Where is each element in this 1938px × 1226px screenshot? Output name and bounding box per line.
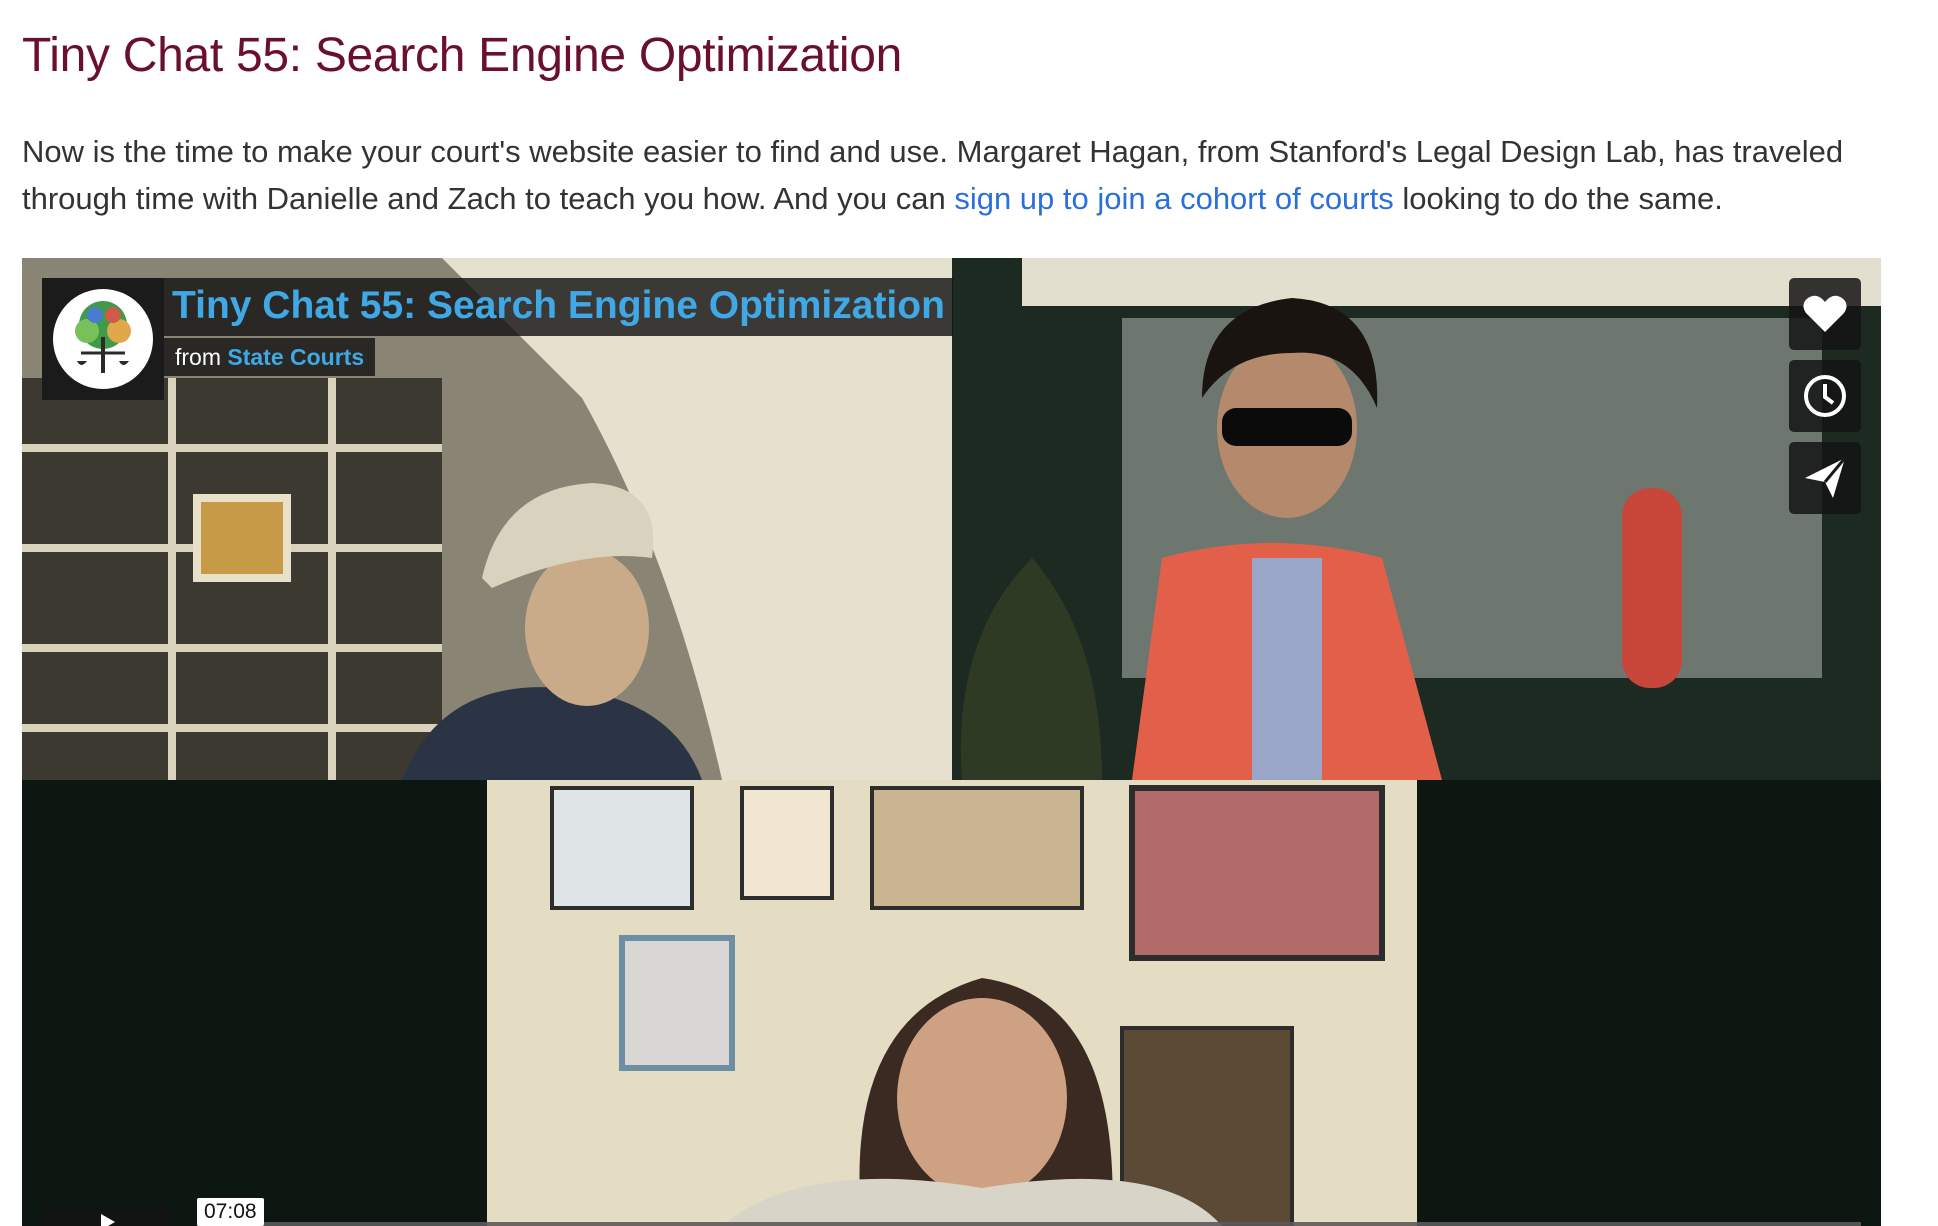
person-laughing-face (897, 998, 1067, 1198)
art-frame-1 (550, 786, 694, 910)
person-man-sunglasses (1222, 408, 1352, 446)
person-man-shirt (1252, 558, 1322, 780)
video-player[interactable]: Tiny Chat 55: Search Engine Optimization… (22, 258, 1881, 1226)
tree-scales-logo-icon (53, 289, 153, 389)
byline-prefix: from (175, 344, 221, 370)
paper-plane-icon (1805, 457, 1847, 498)
tile-bottom-right-empty (1417, 780, 1881, 1226)
play-icon (101, 1214, 115, 1226)
video-title[interactable]: Tiny Chat 55: Search Engine Optimization (164, 278, 953, 336)
like-button[interactable] (1789, 278, 1861, 350)
player-side-buttons (1789, 278, 1861, 514)
video-branding: Tiny Chat 55: Search Engine Optimization… (42, 278, 953, 400)
player-controls: 07:08 (42, 1198, 1861, 1226)
art-frame-3 (870, 786, 1084, 910)
hoverboard (1622, 488, 1682, 688)
video-frame[interactable] (22, 258, 1881, 1226)
progress-bar[interactable] (197, 1222, 1861, 1226)
share-button[interactable] (1789, 442, 1861, 514)
video-duration: 07:08 (197, 1198, 264, 1226)
tile-bottom-left-empty (22, 780, 487, 1226)
intro-text-after: looking to do the same. (1393, 181, 1723, 216)
clock-icon (1804, 375, 1846, 417)
video-byline: from State Courts (164, 338, 376, 376)
play-button[interactable] (42, 1206, 172, 1226)
video-title-block: Tiny Chat 55: Search Engine Optimization… (164, 278, 953, 376)
person-woman-face (525, 550, 649, 706)
heart-icon (1803, 295, 1847, 332)
framed-picture (193, 494, 291, 582)
art-frame-5 (619, 935, 735, 1071)
ceiling-light (1022, 258, 1881, 306)
cohort-signup-link[interactable]: sign up to join a cohort of courts (954, 181, 1393, 216)
channel-logo[interactable] (42, 278, 164, 400)
watch-later-button[interactable] (1789, 360, 1861, 432)
page-title: Tiny Chat 55: Search Engine Optimization (22, 29, 903, 82)
art-frame-2 (740, 786, 834, 900)
channel-link[interactable]: State Courts (227, 344, 364, 370)
art-frame-4 (1129, 785, 1385, 961)
intro-paragraph: Now is the time to make your court's web… (22, 128, 1902, 222)
